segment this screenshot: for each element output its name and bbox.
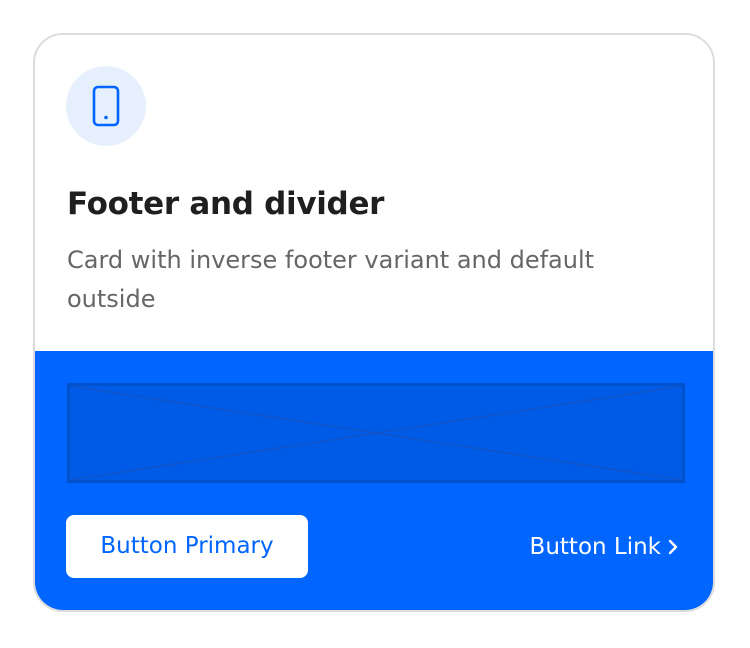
card-body: Footer and divider Card with inverse foo…: [35, 35, 713, 355]
card-footer-inverse: Button Primary Button Link: [35, 351, 713, 610]
card-description: Card with inverse footer variant and def…: [67, 246, 595, 313]
placeholder-cross-lines: [70, 386, 682, 480]
chevron-right-icon: [668, 539, 678, 554]
primary-button[interactable]: Button Primary: [66, 515, 308, 578]
mobile-phone-icon: [92, 85, 120, 127]
icon-container: [66, 66, 146, 146]
card: Footer and divider Card with inverse foo…: [33, 33, 715, 612]
placeholder-slot: [67, 383, 685, 483]
card-title: Footer and divider: [67, 186, 385, 222]
link-button-label: Button Link: [529, 533, 661, 560]
link-button[interactable]: Button Link: [530, 515, 679, 578]
